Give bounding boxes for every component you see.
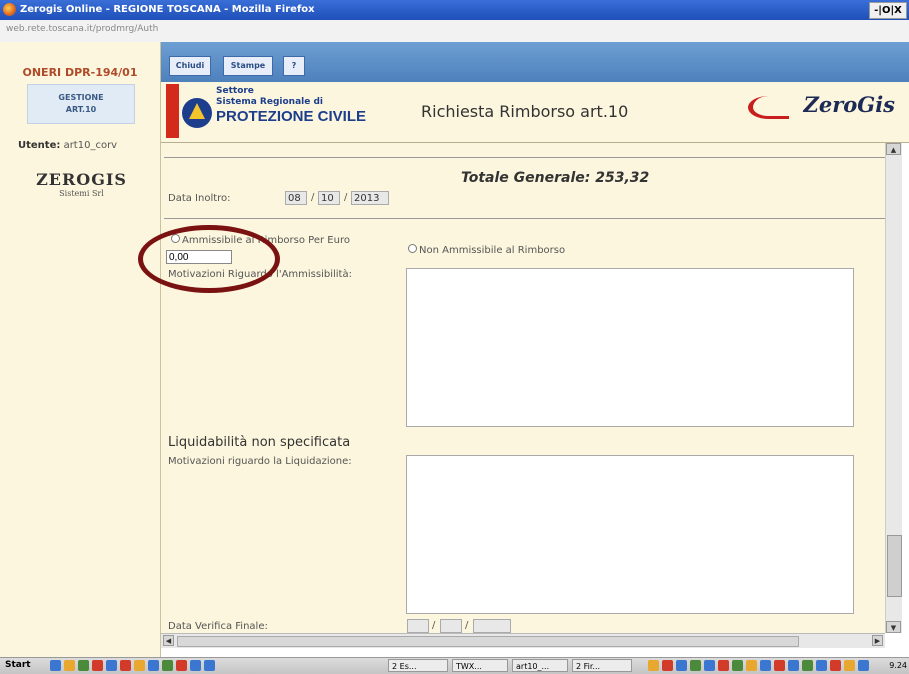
quicklaunch-app-icon[interactable] [204,660,215,671]
data-inoltro-year[interactable]: 2013 [351,191,389,205]
quicklaunch-folder-icon[interactable] [64,660,75,671]
help-button[interactable]: ? [283,56,305,76]
tray-icon[interactable] [718,660,729,671]
scroll-up-icon[interactable]: ▲ [886,143,901,155]
data-inoltro-label: Data Inoltro: [168,193,231,204]
totale-generale: Totale Generale: 253,32 [461,170,650,186]
data-verifica-day[interactable] [407,619,429,633]
quicklaunch-app-icon[interactable] [78,660,89,671]
window-title: Zerogis Online - REGIONE TOSCANA - Mozil… [20,4,315,15]
start-button[interactable]: Start [2,659,47,672]
tray-icon[interactable] [648,660,659,671]
tray-icon[interactable] [732,660,743,671]
date-separator: / [344,192,348,203]
tray-icon[interactable] [676,660,687,671]
tray-icon[interactable] [788,660,799,671]
toscana-stripe [166,84,179,138]
triangle-icon [189,103,205,119]
date-separator: / [432,620,436,631]
radio-non-ammissibile-label: Non Ammissibile al Rimborso [419,245,566,256]
user-label: Utente: [18,140,61,151]
scroll-left-icon[interactable]: ◀ [163,635,174,646]
art10-label: ART.10 [65,105,97,114]
data-verifica-month[interactable] [440,619,462,633]
form-content: Totale Generale: 253,32 Data Inoltro: 08… [161,143,885,633]
window-title-bar: Zerogis Online - REGIONE TOSCANA - Mozil… [0,0,909,20]
gestione-label: GESTIONE [58,93,104,102]
scroll-down-icon[interactable]: ▼ [886,621,901,633]
tray-icon[interactable] [760,660,771,671]
quicklaunch-app-icon[interactable] [106,660,117,671]
tray-icon[interactable] [802,660,813,671]
tray-icon[interactable] [774,660,785,671]
zerogis-logo-text: ZEROGIS [36,170,127,189]
quicklaunch-app-icon[interactable] [162,660,173,671]
quicklaunch-app-icon[interactable] [148,660,159,671]
date-separator: / [465,620,469,631]
user-info: Utente: art10_corv [18,140,117,151]
sidebar-title: ONERI DPR-194/01 [22,66,138,79]
taskbar-task[interactable]: 2 Fir... [572,659,632,672]
chiudi-button[interactable]: Chiudi [169,56,211,76]
data-verifica-label: Data Verifica Finale: [168,621,268,632]
section-divider [164,218,885,219]
motivazioni-ammissibilita-textarea[interactable] [406,268,854,427]
user-value: art10_corv [63,140,118,151]
taskbar-task[interactable]: TWX... [452,659,508,672]
data-inoltro-day[interactable]: 08 [285,191,307,205]
pc-sistema: Sistema Regionale di [216,97,323,107]
tray-icon[interactable] [816,660,827,671]
taskbar-clock: 9.24 [889,661,907,670]
taskbar-task[interactable]: art10_... [512,659,568,672]
data-verifica-year[interactable] [473,619,511,633]
vertical-scrollbar[interactable]: ▲ ▼ [885,143,902,633]
tray-icon[interactable] [858,660,869,671]
tray-icon[interactable] [690,660,701,671]
pc-protezione-civile: PROTEZIONE CIVILE [216,108,367,125]
tray-icon[interactable] [704,660,715,671]
tray-icon[interactable] [746,660,757,671]
quicklaunch-app-icon[interactable] [134,660,145,671]
zerogis-sidebar-logo: ZEROGIS Sistemi Srl [34,170,129,208]
tray-icon[interactable] [662,660,673,671]
scroll-right-icon[interactable]: ▶ [872,635,883,646]
page-title: Richiesta Rimborso art.10 [421,102,629,121]
tray-icon[interactable] [844,660,855,671]
stampe-button[interactable]: Stampe [223,56,273,76]
taskbar: Start 2 Es... TWX... art10_... 2 Fir... … [0,657,909,674]
gestione-art10-button[interactable]: GESTIONE ART.10 [27,84,135,124]
motivazioni-liquidazione-label: Motivazioni riguardo la Liquidazione: [168,456,352,467]
address-url[interactable]: web.rete.toscana.it/prodmrg/Auth [6,24,158,34]
horizontal-scrollbar[interactable]: ◀ ▶ [161,633,885,648]
tray-icon[interactable] [830,660,841,671]
quicklaunch-app-icon[interactable] [92,660,103,671]
date-separator: / [311,192,315,203]
hscroll-thumb[interactable] [177,636,799,647]
page-header: Settore Sistema Regionale di PROTEZIONE … [161,82,909,143]
liquidabilita-heading: Liquidabilità non specificata [168,435,351,450]
quicklaunch-app-icon[interactable] [190,660,201,671]
data-inoltro-month[interactable]: 10 [318,191,340,205]
zerogis-header-logo: ZeroGis [803,92,896,117]
scroll-thumb[interactable] [887,535,902,597]
motivazioni-liquidazione-textarea[interactable] [406,455,854,614]
taskbar-task[interactable]: 2 Es... [388,659,448,672]
zerogis-swoosh-icon [748,96,789,119]
address-bar[interactable]: web.rete.toscana.it/prodmrg/Auth [0,20,909,43]
radio-button-icon[interactable] [408,244,417,253]
firefox-icon [3,3,16,16]
radio-non-ammissibile[interactable]: Non Ammissibile al Rimborso [408,244,565,256]
pc-settore: Settore [216,86,254,96]
protezione-civile-logo: Settore Sistema Regionale di PROTEZIONE … [166,84,386,140]
annotation-ellipse [138,225,280,293]
quicklaunch-ie-icon[interactable] [50,660,61,671]
sidebar: ONERI DPR-194/01 GESTIONE ART.10 Utente:… [0,42,161,657]
section-divider [164,157,885,158]
quicklaunch-app-icon[interactable] [120,660,131,671]
window-control-buttons[interactable]: -|O|X [869,2,907,19]
zerogis-logo-subtitle: Sistemi Srl [59,189,104,198]
toolbar: Chiudi Stampe ? [161,42,909,82]
quicklaunch-app-icon[interactable] [176,660,187,671]
